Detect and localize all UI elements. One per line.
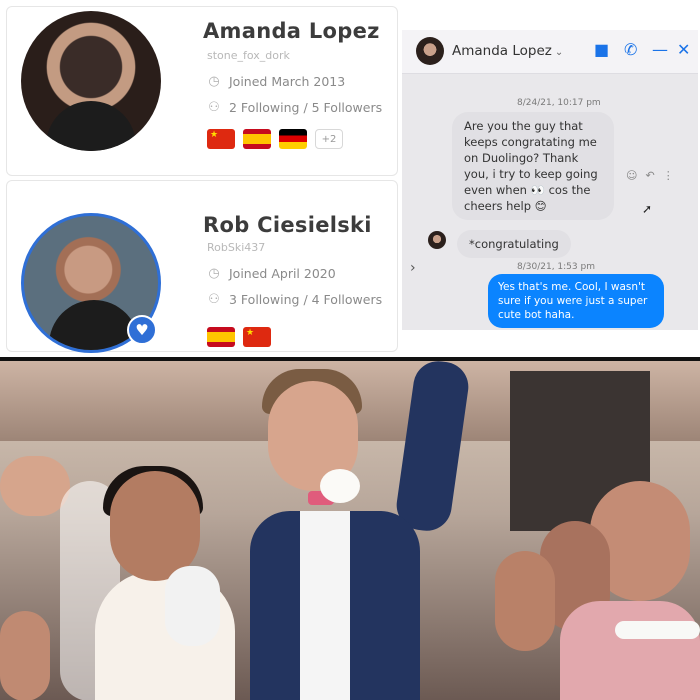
- chat-avatar-small: [428, 231, 446, 249]
- more-icon[interactable]: ⋮: [663, 169, 674, 182]
- groom-shirt: [300, 511, 350, 700]
- guest: [495, 551, 555, 651]
- joined-text: Joined March 2013: [229, 74, 346, 89]
- clock-icon: ◷: [208, 266, 220, 281]
- spain-flag-icon: [207, 327, 235, 347]
- avatar: [21, 11, 161, 151]
- profile-name: Rob Ciesielski: [203, 213, 372, 237]
- guest: [0, 611, 50, 700]
- incoming-message: *congratulating: [457, 230, 571, 258]
- chat-avatar[interactable]: [416, 37, 444, 65]
- language-flags: ★ +2: [207, 129, 343, 149]
- wedding-photo: [0, 361, 700, 700]
- chat-title-text: Amanda Lopez: [452, 43, 552, 59]
- follow-row: ⚇ 3 Following / 4 Followers: [207, 292, 382, 307]
- follow-text: 2 Following / 5 Followers: [229, 100, 383, 115]
- people-icon: ⚇: [208, 100, 220, 115]
- joined-row: ◷ Joined March 2013: [207, 74, 345, 89]
- chat-title[interactable]: Amanda Lopez ⌄: [452, 43, 563, 59]
- germany-flag-icon: [279, 129, 307, 149]
- profile-card-amanda: Amanda Lopez stone_fox_dork ◷ Joined Mar…: [6, 6, 398, 176]
- video-icon[interactable]: ■: [594, 40, 609, 59]
- spain-flag-icon: [243, 129, 271, 149]
- message-timestamp: 8/30/21, 1:53 pm: [517, 262, 595, 272]
- avatar-silhouette: [46, 101, 136, 151]
- outgoing-message: Yes that's me. Cool, I wasn't sure if yo…: [488, 274, 664, 328]
- clock-icon: ◷: [208, 74, 220, 89]
- joined-text: Joined April 2020: [229, 266, 336, 281]
- follow-text: 3 Following / 4 Followers: [229, 292, 383, 307]
- close-icon[interactable]: ✕: [677, 40, 690, 59]
- people-icon: ⚇: [208, 292, 220, 307]
- minimize-icon[interactable]: —: [652, 40, 668, 59]
- more-languages-badge[interactable]: +2: [315, 129, 343, 149]
- china-flag-icon: ★: [243, 327, 271, 347]
- bride-glove: [165, 566, 220, 646]
- emoji-icon[interactable]: ☺: [626, 169, 637, 182]
- flower-crown: [615, 621, 700, 639]
- chevron-down-icon: ⌄: [554, 47, 564, 58]
- profile-card-rob: ♥ Rob Ciesielski RobSki437 ◷ Joined Apri…: [6, 180, 398, 353]
- reply-icon[interactable]: ↶: [645, 169, 654, 182]
- china-flag-icon: ★: [207, 129, 235, 149]
- chevron-right-icon: ›: [410, 260, 416, 276]
- avatar-silhouette: [49, 300, 139, 350]
- language-flags: ★: [207, 327, 271, 347]
- joined-row: ◷ Joined April 2020: [207, 266, 336, 281]
- chat-header: Amanda Lopez ⌄ ■ ✆ — ✕: [402, 30, 698, 74]
- boutonniere: [320, 469, 360, 503]
- phone-icon[interactable]: ✆: [624, 40, 637, 59]
- heart-icon: ♥: [127, 315, 157, 345]
- follow-row: ⚇ 2 Following / 5 Followers: [207, 100, 382, 115]
- mouse-cursor-icon: ➚: [642, 202, 653, 216]
- incoming-message: Are you the guy that keeps congratating …: [452, 112, 614, 220]
- profile-username: stone_fox_dork: [207, 49, 290, 62]
- profile-name: Amanda Lopez: [203, 19, 380, 43]
- message-actions: ☺ ↶ ⋮: [626, 169, 674, 182]
- guest: [560, 601, 700, 700]
- bride-face: [110, 471, 200, 581]
- profile-username: RobSki437: [207, 241, 266, 254]
- messenger-chat-window: Amanda Lopez ⌄ ■ ✆ — ✕ 8/24/21, 10:17 pm …: [402, 30, 698, 330]
- message-timestamp: 8/24/21, 10:17 pm: [517, 98, 601, 108]
